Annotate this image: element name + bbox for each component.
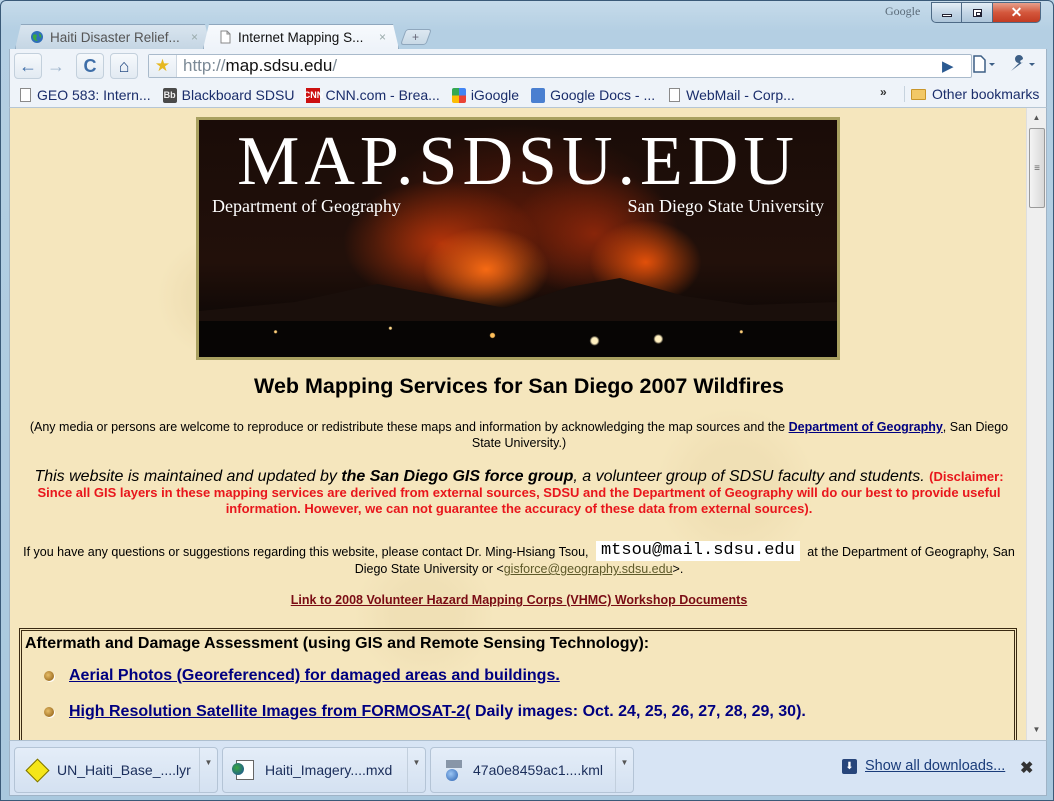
tab-close-icon[interactable]: × — [379, 30, 386, 44]
plus-icon: + — [412, 30, 420, 44]
forward-arrow-icon: → — [47, 55, 65, 76]
download-menu-button[interactable]: ▼ — [199, 748, 217, 792]
site-banner: MAP.SDSU.EDU Department of Geography San… — [196, 117, 840, 360]
bullet-icon — [44, 707, 54, 717]
globe-icon — [30, 30, 44, 44]
download-menu-button[interactable]: ▼ — [407, 748, 425, 792]
page-title: Web Mapping Services for San Diego 2007 … — [254, 374, 784, 398]
minimize-icon — [941, 13, 952, 17]
back-button[interactable]: ← — [14, 53, 42, 79]
toolbar: ← → C ⌂ ★ http://map.sdsu.edu/ ▶ — [9, 49, 1047, 83]
blackboard-icon: Bb — [162, 87, 177, 103]
department-of-geography-link[interactable]: Department of Geography — [789, 420, 943, 434]
tab-internet-mapping[interactable]: Internet Mapping S... × — [203, 24, 399, 49]
close-icon: ✕ — [1010, 4, 1023, 20]
banner-department: Department of Geography — [212, 196, 401, 216]
kml-file-icon — [441, 758, 465, 782]
vhmc-workshop-link[interactable]: Link to 2008 Volunteer Hazard Mapping Co… — [291, 593, 748, 607]
go-button[interactable]: ▶ — [942, 57, 954, 75]
minimize-button[interactable] — [931, 2, 962, 23]
window-controls: ✕ — [931, 2, 1041, 23]
reload-icon: C — [83, 55, 97, 76]
banner-hills — [199, 278, 837, 329]
download-arrow-icon: ⬇ — [842, 758, 857, 774]
tab-haiti-disaster-relief[interactable]: Haiti Disaster Relief... × — [15, 24, 211, 49]
close-window-button[interactable]: ✕ — [993, 2, 1041, 23]
formosat-images-link[interactable]: High Resolution Satellite Images from FO… — [69, 703, 465, 721]
download-item[interactable]: 47a0e8459ac1....kml ▼ — [430, 747, 634, 793]
banner-university: San Diego State University — [627, 196, 824, 216]
section-title: Aftermath and Damage Assessment (using G… — [25, 635, 650, 652]
cnn-icon: CNN — [304, 87, 323, 103]
google-docs-icon — [531, 87, 546, 103]
page-icon — [218, 30, 232, 44]
scroll-up-button[interactable]: ▲ — [1027, 110, 1046, 126]
browser-window: Google ✕ Haiti Disaster Relief... × Inte… — [0, 0, 1054, 801]
new-tab-button[interactable]: + — [400, 29, 432, 45]
igoogle-icon — [451, 87, 466, 103]
scroll-down-button[interactable]: ▼ — [1027, 722, 1046, 738]
download-item[interactable]: Haiti_Imagery....mxd ▼ — [222, 747, 426, 793]
gisforce-email-link[interactable]: gisforce@geography.sdsu.edu — [504, 562, 673, 576]
page-icon — [667, 88, 681, 103]
bookmark-star-icon[interactable]: ★ — [149, 55, 177, 77]
back-arrow-icon: ← — [19, 55, 37, 76]
address-bar[interactable]: ★ http://map.sdsu.edu/ — [148, 54, 972, 78]
other-bookmarks[interactable]: Other bookmarks — [904, 86, 1039, 102]
forward-button[interactable]: → — [42, 53, 70, 79]
list-item: High Resolution Satellite Images from FO… — [44, 703, 1014, 721]
scroll-thumb[interactable]: ≡ — [1029, 128, 1045, 208]
page-content: Web Mapping Services for San Diego 2007 … — [10, 370, 1028, 607]
folder-icon — [911, 88, 926, 100]
google-brand: Google — [885, 4, 921, 18]
list-item: Aerial Photos (Georeferenced) for damage… — [44, 667, 1014, 685]
grip-icon: ≡ — [1034, 162, 1040, 174]
bullet-icon — [44, 671, 54, 681]
reproduction-notice: (Any media or persons are welcome to rep… — [29, 420, 1009, 450]
tab-title: Haiti Disaster Relief... — [50, 29, 180, 45]
bookmark-cnn[interactable]: CNN CNN.com - Brea... — [304, 87, 440, 103]
wrench-menu-icon[interactable] — [1009, 55, 1039, 78]
bookmark-google-docs[interactable]: Google Docs - ... — [531, 87, 655, 103]
page-viewport: MAP.SDSU.EDU Department of Geography San… — [9, 108, 1047, 740]
download-item[interactable]: UN_Haiti_Base_....lyr ▼ — [14, 747, 218, 793]
maintenance-statement: This website is maintained and updated b… — [34, 468, 1004, 517]
vertical-scrollbar[interactable]: ▲ ≡ ▼ — [1026, 108, 1046, 740]
reload-button[interactable]: C — [76, 53, 104, 79]
tab-title: Internet Mapping S... — [238, 29, 364, 45]
show-all-downloads-link[interactable]: Show all downloads... — [865, 758, 1005, 774]
tab-close-icon[interactable]: × — [191, 30, 198, 44]
contact-info: If you have any questions or suggestions… — [23, 541, 1015, 576]
layer-file-icon — [24, 757, 50, 783]
page-icon — [18, 88, 32, 103]
url-text[interactable]: http://map.sdsu.edu/ — [177, 56, 337, 76]
page-menu-icon[interactable] — [972, 55, 998, 78]
bookmark-geo583[interactable]: GEO 583: Intern... — [18, 87, 151, 103]
bookmark-igoogle[interactable]: iGoogle — [451, 87, 519, 103]
bookmarks-overflow-button[interactable]: » — [880, 85, 887, 99]
banner-town-lights — [199, 321, 837, 357]
home-icon: ⌂ — [118, 55, 130, 76]
bookmarks-bar: GEO 583: Intern... Bb Blackboard SDSU CNN… — [9, 83, 1047, 108]
aftermath-section: Aftermath and Damage Assessment (using G… — [19, 628, 1017, 740]
contact-email-image: mtsou@mail.sdsu.edu — [595, 541, 800, 561]
home-button[interactable]: ⌂ — [110, 53, 138, 79]
maximize-icon — [972, 8, 982, 17]
map-document-icon — [232, 758, 257, 782]
download-menu-button[interactable]: ▼ — [615, 748, 633, 792]
show-all-downloads[interactable]: ⬇ Show all downloads... — [842, 758, 1005, 774]
section-list: Aerial Photos (Georeferenced) for damage… — [44, 667, 1014, 721]
downloads-shelf: UN_Haiti_Base_....lyr ▼ Haiti_Imagery...… — [9, 740, 1047, 796]
bookmark-webmail[interactable]: WebMail - Corp... — [667, 87, 795, 103]
maximize-button[interactable] — [962, 2, 993, 23]
close-shelf-icon[interactable]: ✖ — [1020, 758, 1033, 778]
aerial-photos-link[interactable]: Aerial Photos (Georeferenced) for damage… — [69, 667, 560, 685]
banner-title: MAP.SDSU.EDU — [237, 123, 799, 200]
bookmark-blackboard[interactable]: Bb Blackboard SDSU — [162, 87, 294, 103]
tab-strip: Haiti Disaster Relief... × Internet Mapp… — [15, 23, 432, 49]
